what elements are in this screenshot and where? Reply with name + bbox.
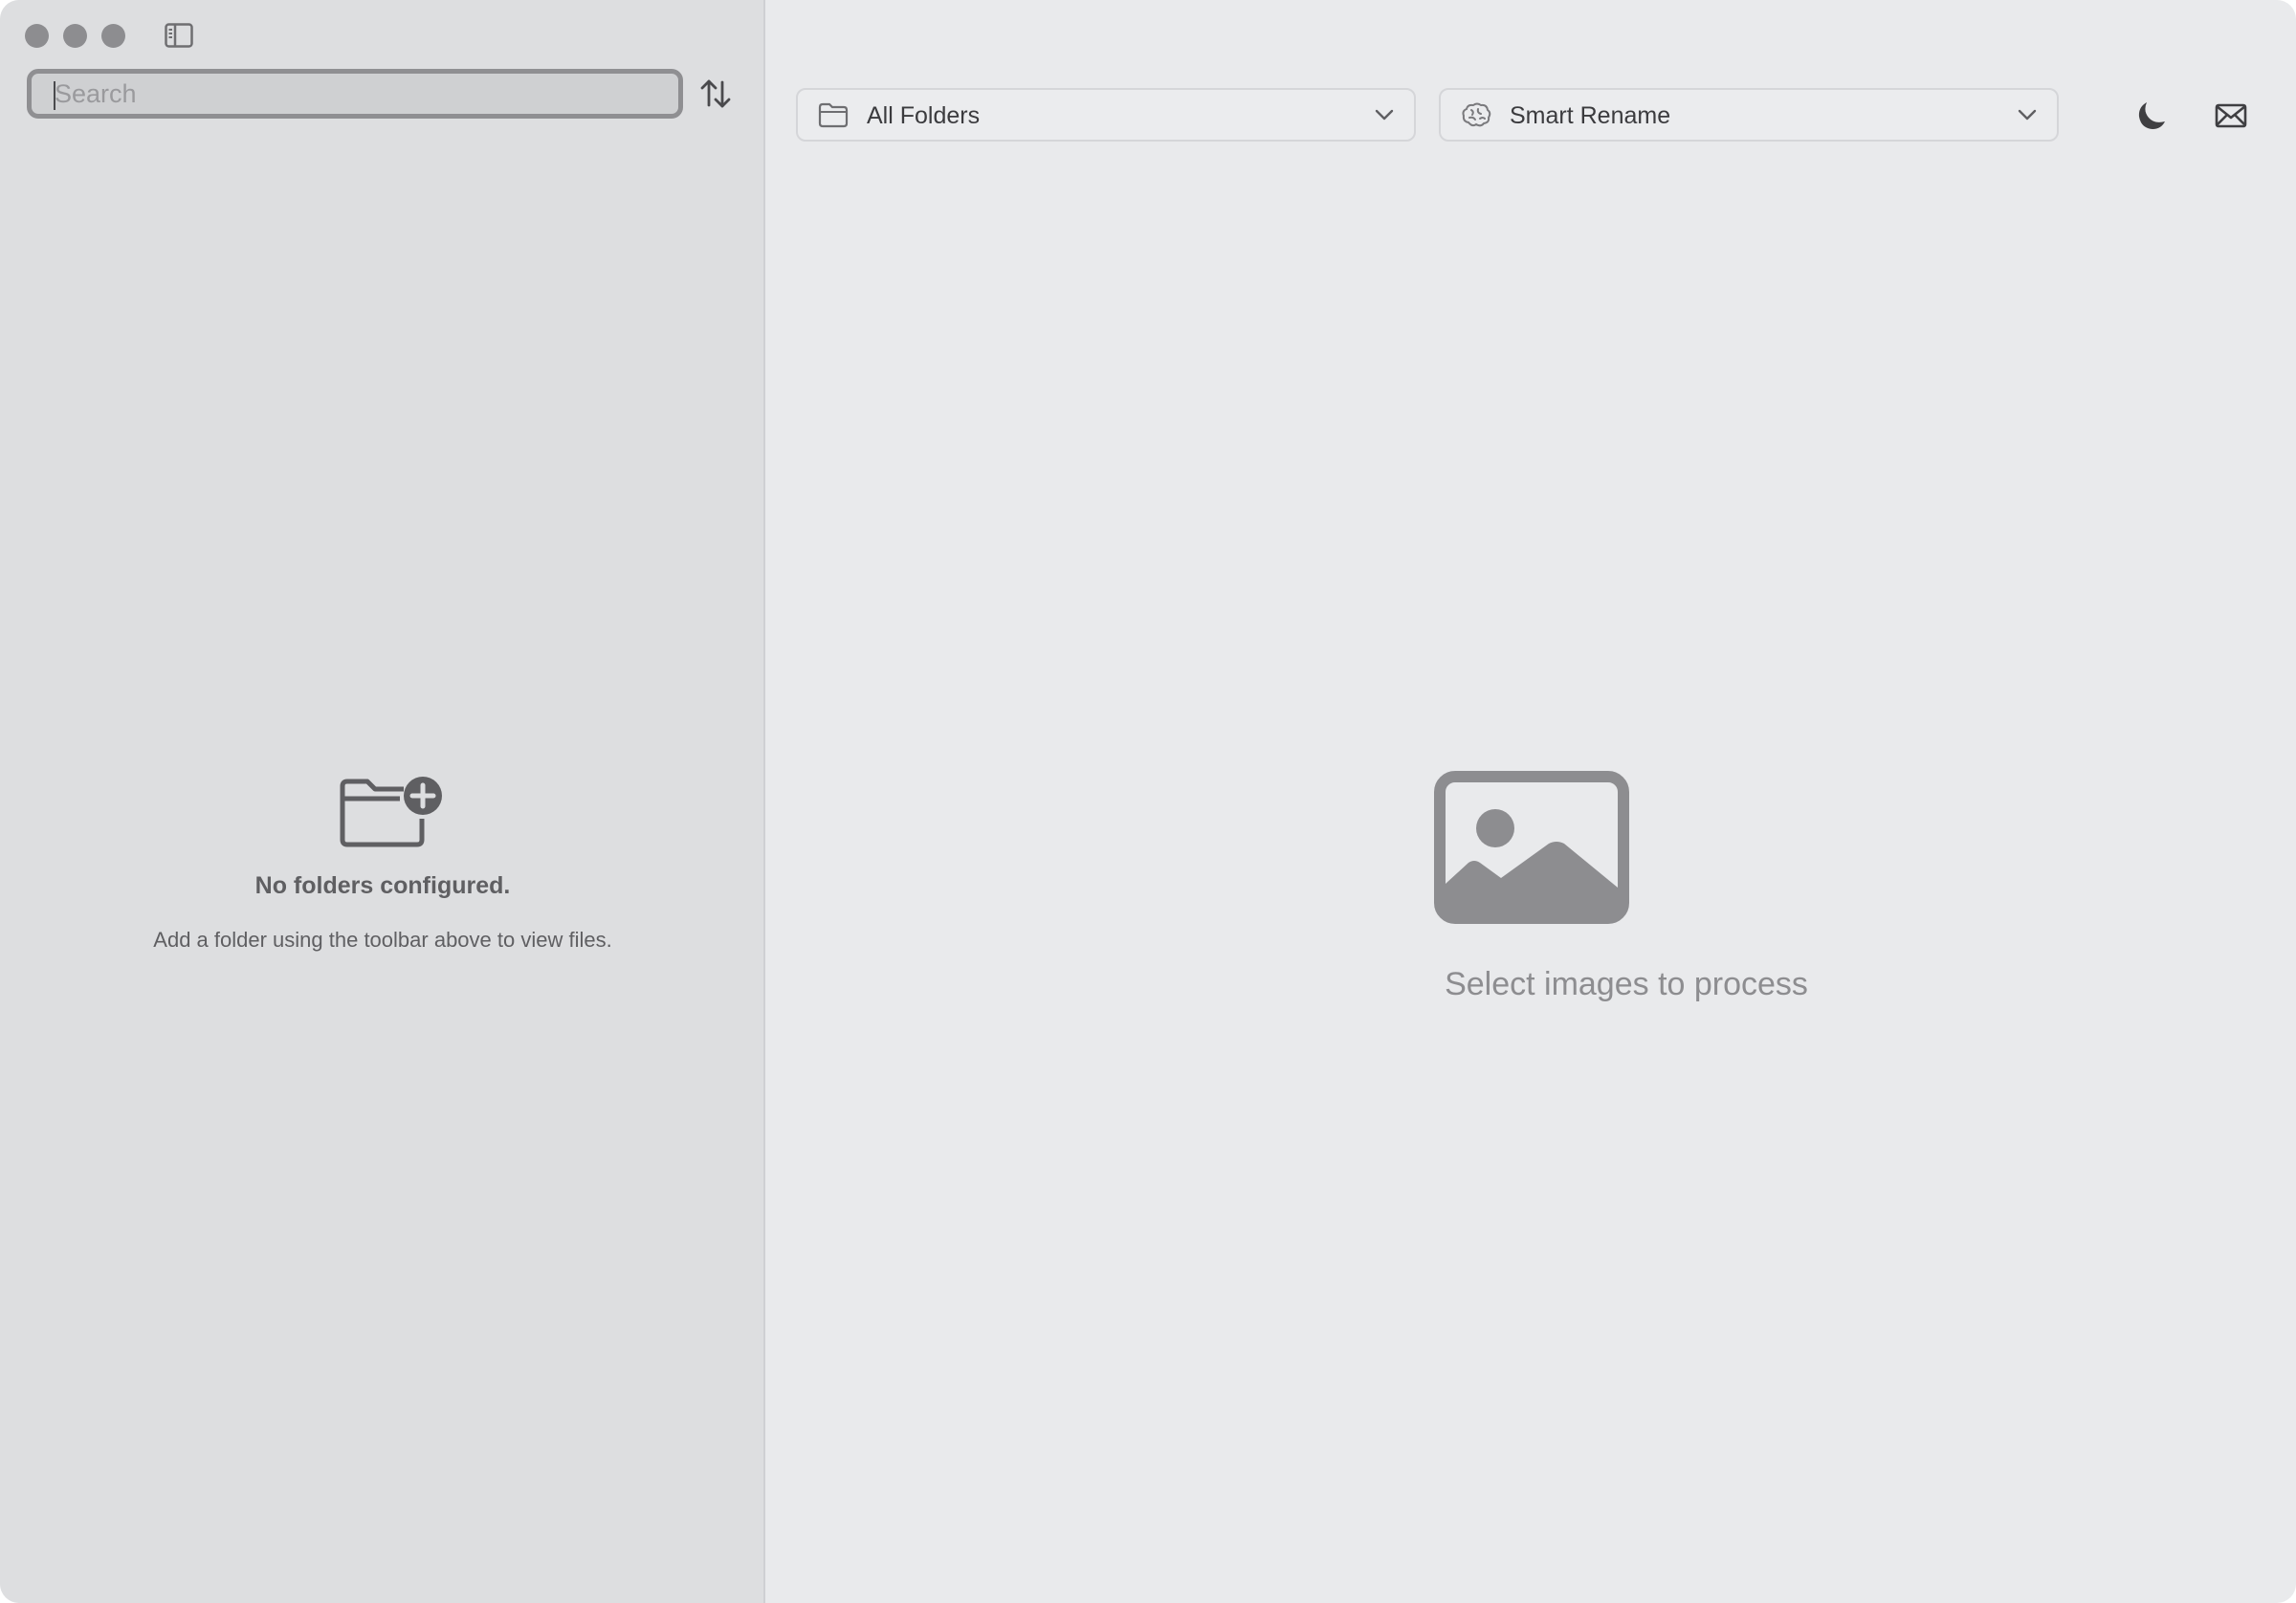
mode-label: Smart Rename xyxy=(1510,102,1671,129)
folder-plus-icon xyxy=(340,777,442,847)
sidebar-icon[interactable] xyxy=(165,23,193,48)
search-field[interactable] xyxy=(27,69,683,119)
folder-filter-dropdown[interactable]: All Folders xyxy=(796,88,1416,142)
app-window: No folders configured. Add a folder usin… xyxy=(0,0,2296,1603)
photo-icon xyxy=(1434,771,1629,924)
close-window-button[interactable] xyxy=(25,24,49,48)
moon-icon[interactable] xyxy=(2133,99,2168,133)
minimize-window-button[interactable] xyxy=(63,24,87,48)
empty-state-message: Select images to process xyxy=(1445,966,1808,1002)
chevron-down-icon xyxy=(2018,109,2037,121)
arrow-up-down-icon[interactable] xyxy=(698,77,733,111)
text-caret xyxy=(54,81,55,110)
zoom-window-button[interactable] xyxy=(101,24,125,48)
empty-state-subtitle: Add a folder using the toolbar above to … xyxy=(153,928,612,952)
brain-icon xyxy=(1462,102,1491,127)
search-input[interactable] xyxy=(53,77,678,110)
envelope-icon[interactable] xyxy=(2214,99,2248,133)
folder-icon xyxy=(818,102,849,128)
mode-dropdown[interactable]: Smart Rename xyxy=(1439,88,2059,142)
folder-filter-label: All Folders xyxy=(867,102,981,129)
empty-state-title: No folders configured. xyxy=(254,872,511,899)
chevron-down-icon xyxy=(1375,109,1394,121)
sidebar: No folders configured. Add a folder usin… xyxy=(0,0,765,1603)
